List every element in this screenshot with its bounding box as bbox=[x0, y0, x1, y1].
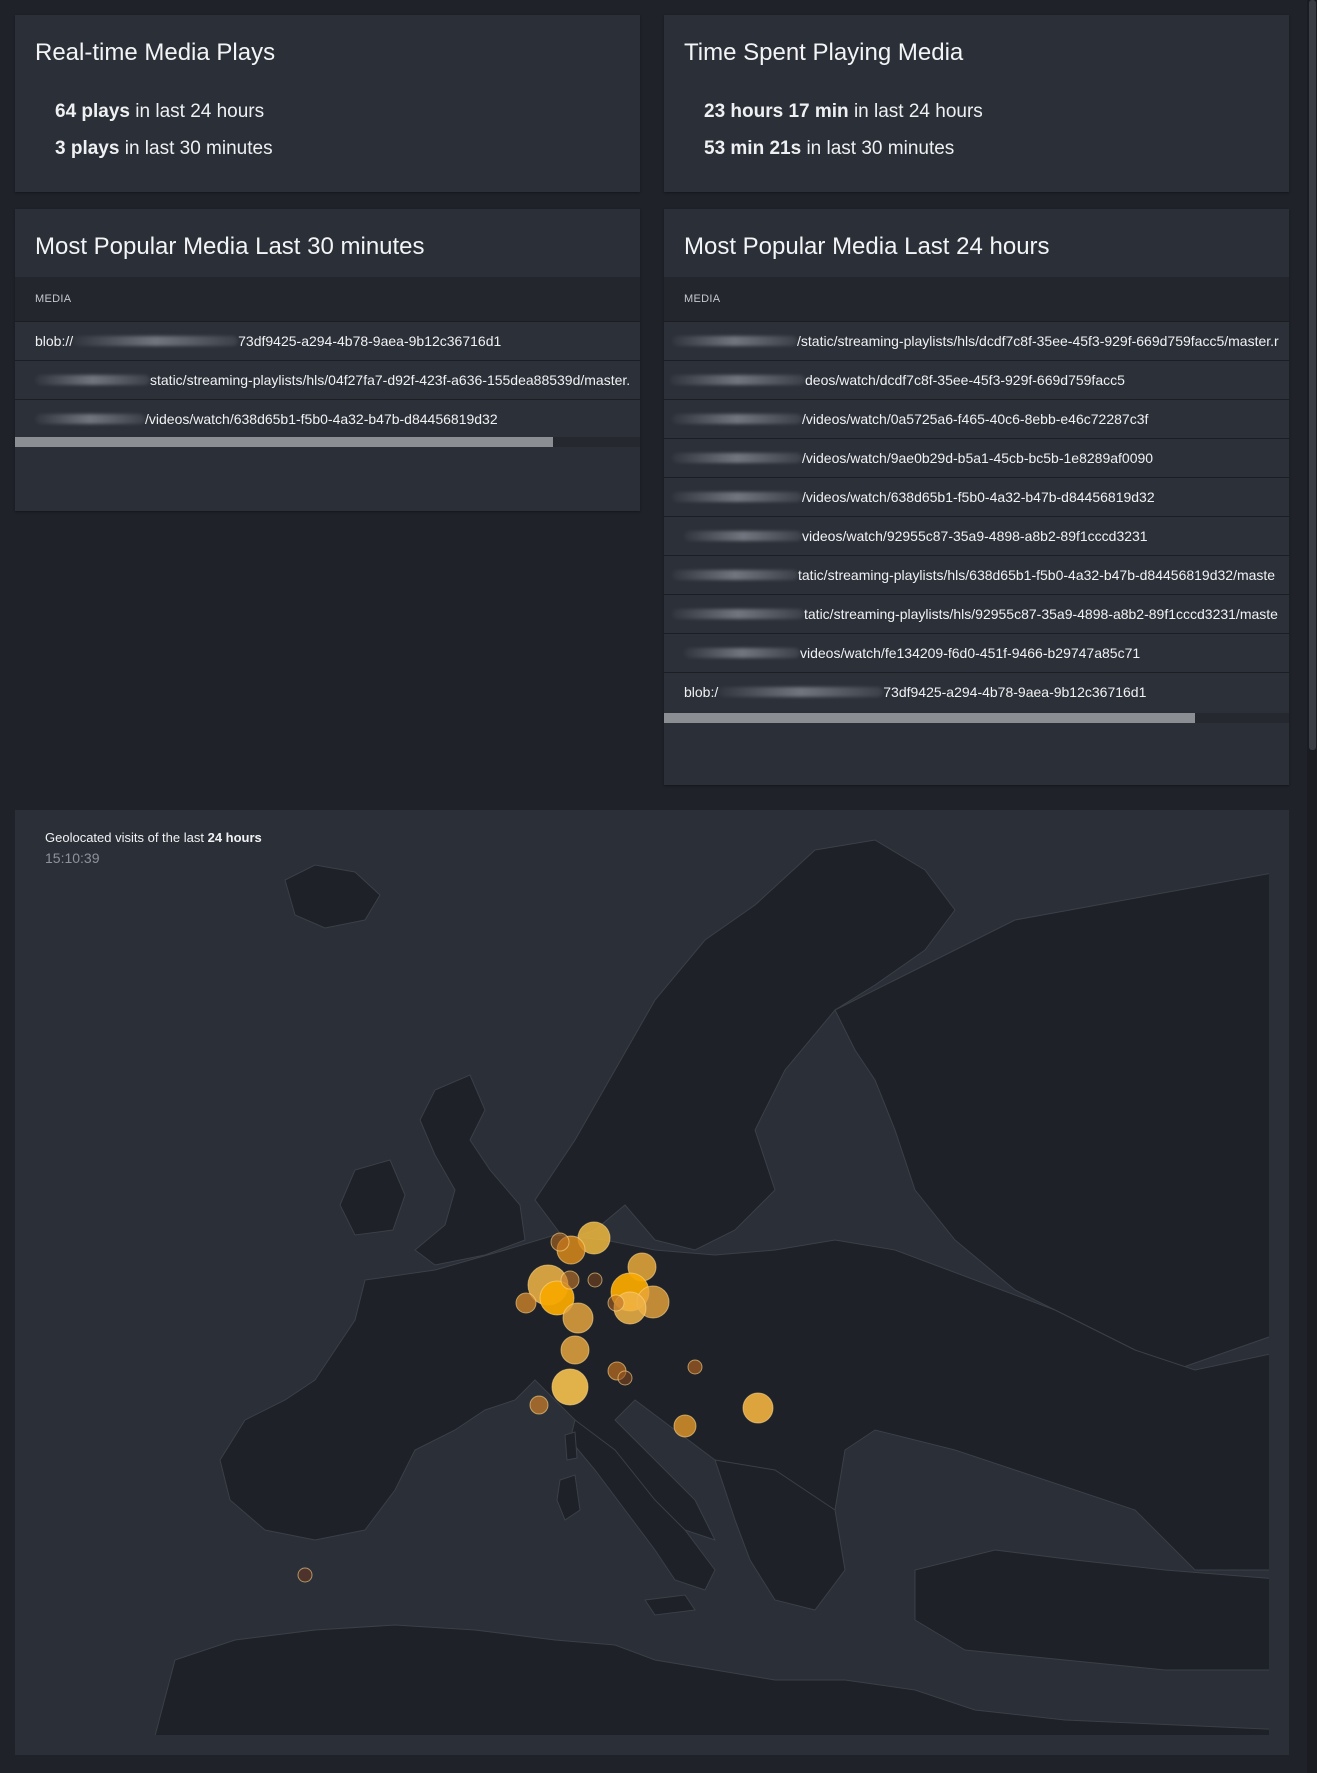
media-url: /videos/watch/638d65b1-f5b0-4a32-b47b-d8… bbox=[802, 489, 1155, 505]
page-scrollbar[interactable] bbox=[1307, 0, 1317, 1773]
media-url-prefix: blob:// bbox=[35, 333, 74, 349]
visit-bubble[interactable] bbox=[529, 1395, 549, 1415]
plays-24h-label: in last 24 hours bbox=[130, 101, 265, 122]
redacted-host bbox=[672, 492, 802, 502]
visit-bubble[interactable] bbox=[587, 1272, 603, 1288]
map-title-prefix: Geolocated visits of the last bbox=[45, 830, 208, 845]
media-row[interactable]: /videos/watch/638d65b1-f5b0-4a32-b47b-d8… bbox=[15, 399, 640, 438]
realtime-plays-card: Real-time Media Plays 64 plays in last 2… bbox=[15, 15, 640, 192]
realtime-plays-title: Real-time Media Plays bbox=[35, 39, 276, 66]
media-row[interactable]: blob:/ 73df9425-a294-4b78-9aea-9b12c36716… bbox=[664, 672, 1289, 711]
popular-24h-table: MEDIA /static/streaming-playlists/hls/dc… bbox=[664, 277, 1289, 711]
page-scrollbar-thumb[interactable] bbox=[1309, 0, 1316, 750]
redacted-host bbox=[670, 375, 805, 385]
redacted-host bbox=[718, 687, 884, 697]
redacted-host bbox=[672, 570, 798, 580]
media-row[interactable]: static/streaming-playlists/hls/04f27fa7-… bbox=[15, 360, 640, 399]
media-row[interactable]: videos/watch/fe134209-f6d0-451f-9466-b29… bbox=[664, 633, 1289, 672]
media-row[interactable]: /videos/watch/638d65b1-f5b0-4a32-b47b-d8… bbox=[664, 477, 1289, 516]
media-url: /videos/watch/638d65b1-f5b0-4a32-b47b-d8… bbox=[145, 411, 498, 427]
redacted-host bbox=[672, 414, 802, 424]
plays-24h-stat: 64 plays in last 24 hours bbox=[55, 101, 264, 123]
media-url: /static/streaming-playlists/hls/dcdf7c8f… bbox=[797, 333, 1279, 349]
redacted-host bbox=[672, 336, 797, 346]
media-column-header[interactable]: MEDIA bbox=[15, 277, 640, 321]
time-30m-label: in last 30 minutes bbox=[801, 138, 955, 159]
media-row[interactable]: deos/watch/dcdf7c8f-35ee-45f3-929f-669d7… bbox=[664, 360, 1289, 399]
time-24h-stat: 23 hours 17 min in last 24 hours bbox=[704, 101, 983, 123]
media-row[interactable]: blob:// 73df9425-a294-4b78-9aea-9b12c3671… bbox=[15, 321, 640, 360]
time-30m-value: 53 min 21s bbox=[704, 138, 802, 159]
media-url: /videos/watch/9ae0b29d-b5a1-45cb-bc5b-1e… bbox=[802, 450, 1154, 466]
time-spent-card: Time Spent Playing Media 23 hours 17 min… bbox=[664, 15, 1289, 192]
media-row[interactable]: /videos/watch/9ae0b29d-b5a1-45cb-bc5b-1e… bbox=[664, 438, 1289, 477]
redacted-host bbox=[684, 648, 800, 658]
media-column-header[interactable]: MEDIA bbox=[664, 277, 1289, 321]
plays-24h-value: 64 plays bbox=[55, 101, 130, 122]
horizontal-scrollbar[interactable] bbox=[15, 437, 640, 447]
scrollbar-thumb[interactable] bbox=[664, 713, 1196, 723]
time-24h-label: in last 24 hours bbox=[848, 101, 983, 122]
popular-30m-card: Most Popular Media Last 30 minutes MEDIA… bbox=[15, 209, 640, 511]
media-row[interactable]: tatic/streaming-playlists/hls/638d65b1-f… bbox=[664, 555, 1289, 594]
map-title: Geolocated visits of the last 24 hours bbox=[45, 830, 262, 845]
horizontal-scrollbar[interactable] bbox=[664, 713, 1289, 723]
map-title-period: 24 hours bbox=[207, 830, 262, 845]
redacted-host bbox=[684, 531, 802, 541]
media-url: static/streaming-playlists/hls/04f27fa7-… bbox=[150, 372, 631, 388]
popular-24h-card: Most Popular Media Last 24 hours MEDIA /… bbox=[664, 209, 1289, 785]
popular-30m-title: Most Popular Media Last 30 minutes bbox=[35, 233, 425, 260]
visit-bubble[interactable] bbox=[560, 1270, 580, 1290]
plays-30m-value: 3 plays bbox=[55, 138, 120, 159]
visit-bubble[interactable] bbox=[687, 1359, 703, 1375]
time-spent-title: Time Spent Playing Media bbox=[684, 39, 964, 66]
redacted-host bbox=[73, 336, 239, 346]
media-row[interactable]: /videos/watch/0a5725a6-f465-40c6-8ebb-e4… bbox=[664, 399, 1289, 438]
plays-30m-stat: 3 plays in last 30 minutes bbox=[55, 138, 273, 160]
visit-bubble[interactable] bbox=[551, 1368, 589, 1406]
visit-bubble[interactable] bbox=[562, 1302, 594, 1334]
scrollbar-thumb[interactable] bbox=[15, 437, 553, 447]
media-url: videos/watch/fe134209-f6d0-451f-9466-b29… bbox=[800, 645, 1141, 661]
media-row[interactable]: tatic/streaming-playlists/hls/92955c87-3… bbox=[664, 594, 1289, 633]
visit-bubble[interactable] bbox=[607, 1294, 625, 1312]
media-row[interactable]: videos/watch/92955c87-35a9-4898-a8b2-89f… bbox=[664, 516, 1289, 555]
map-clock: 15:10:39 bbox=[45, 850, 100, 866]
media-url: tatic/streaming-playlists/hls/638d65b1-f… bbox=[798, 567, 1276, 583]
visit-bubble[interactable] bbox=[742, 1392, 774, 1424]
visit-bubble[interactable] bbox=[617, 1370, 633, 1386]
visit-bubble[interactable] bbox=[515, 1292, 537, 1314]
media-url: /videos/watch/0a5725a6-f465-40c6-8ebb-e4… bbox=[802, 411, 1149, 427]
visit-bubble[interactable] bbox=[550, 1232, 570, 1252]
time-30m-stat: 53 min 21s in last 30 minutes bbox=[704, 138, 954, 160]
media-url: tatic/streaming-playlists/hls/92955c87-3… bbox=[804, 606, 1278, 622]
redacted-host bbox=[672, 453, 802, 463]
media-url: videos/watch/92955c87-35a9-4898-a8b2-89f… bbox=[802, 528, 1148, 544]
visit-bubble[interactable] bbox=[673, 1414, 697, 1438]
media-url: 73df9425-a294-4b78-9aea-9b12c36716d1 bbox=[883, 684, 1147, 700]
europe-map[interactable] bbox=[15, 810, 1289, 1755]
time-24h-value: 23 hours 17 min bbox=[704, 101, 849, 122]
media-url: deos/watch/dcdf7c8f-35ee-45f3-929f-669d7… bbox=[805, 372, 1125, 388]
popular-30m-table: MEDIA blob:// 73df9425-a294-4b78-9aea-9b1… bbox=[15, 277, 640, 438]
redacted-host bbox=[672, 609, 804, 619]
media-url: 73df9425-a294-4b78-9aea-9b12c36716d1 bbox=[238, 333, 502, 349]
media-row[interactable]: /static/streaming-playlists/hls/dcdf7c8f… bbox=[664, 321, 1289, 360]
redacted-host bbox=[35, 375, 150, 385]
plays-30m-label: in last 30 minutes bbox=[119, 138, 273, 159]
geolocation-map-card: Geolocated visits of the last 24 hours 1… bbox=[15, 810, 1289, 1755]
redacted-host bbox=[35, 414, 145, 424]
popular-24h-title: Most Popular Media Last 24 hours bbox=[684, 233, 1050, 260]
visit-bubble[interactable] bbox=[297, 1567, 313, 1583]
media-url-prefix: blob:/ bbox=[684, 684, 719, 700]
visit-bubble[interactable] bbox=[560, 1335, 590, 1365]
